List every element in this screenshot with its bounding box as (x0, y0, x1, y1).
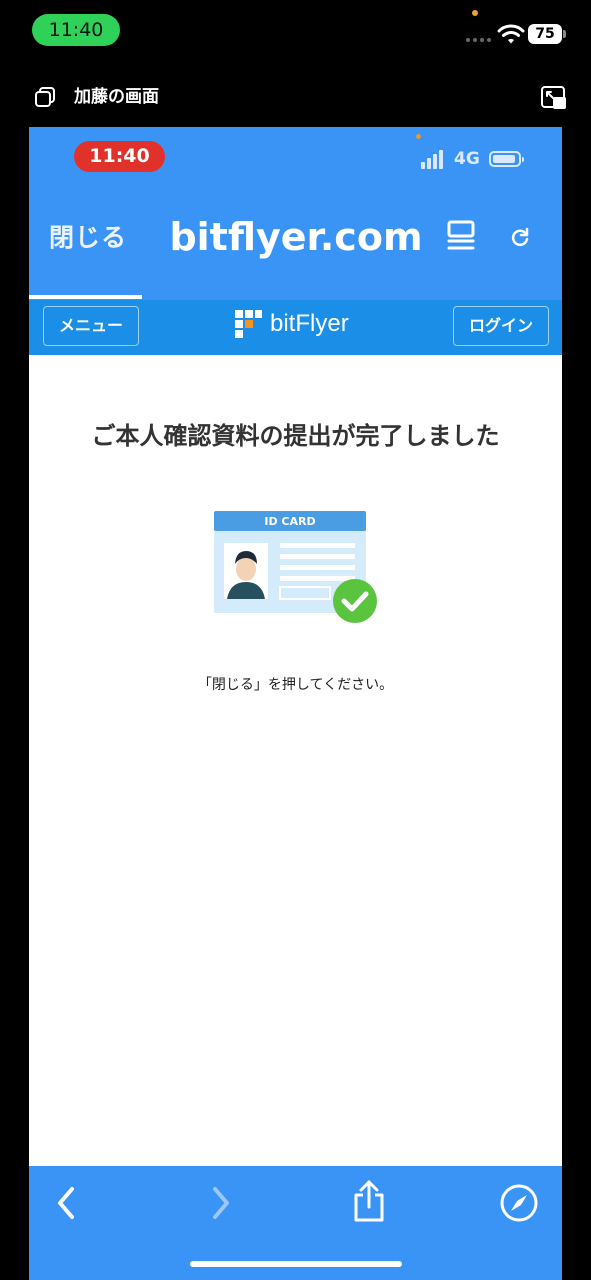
active-tab-indicator (29, 295, 142, 299)
menu-button[interactable]: メニュー (43, 306, 139, 346)
mirrored-phone-screen: 11:40 4G 閉じる bitflyer.com メニュー bitFlyer … (29, 127, 562, 1280)
wifi-icon (497, 24, 525, 44)
signal-dots-icon (466, 38, 491, 42)
network-type: 4G (454, 149, 480, 169)
privacy-indicator-dot (472, 10, 478, 16)
reload-icon[interactable] (509, 226, 531, 248)
bitflyer-logo-mark-icon (235, 310, 262, 338)
bitflyer-logo[interactable]: bitFlyer (235, 308, 349, 340)
browser-toolbar (29, 1166, 562, 1280)
cellular-signal-icon (421, 150, 443, 169)
completion-title: ご本人確認資料の提出が完了しました (91, 422, 500, 450)
login-button[interactable]: ログイン (453, 306, 549, 346)
screen-share-icon (35, 87, 55, 107)
share-icon[interactable] (352, 1179, 386, 1223)
reader-icon[interactable] (447, 220, 477, 254)
page-domain-title: bitflyer.com (169, 215, 423, 259)
close-button[interactable]: 閉じる (49, 221, 127, 255)
id-card-illustration: ID CARD (214, 511, 377, 623)
outer-status-time[interactable]: 11:40 (32, 14, 120, 46)
exit-fullscreen-icon[interactable] (541, 86, 567, 110)
screen-share-bar: 加藤の画面 (0, 78, 591, 116)
home-indicator[interactable] (190, 1261, 402, 1267)
compass-icon[interactable] (499, 1183, 539, 1223)
site-nav-bar: メニュー bitFlyer ログイン (29, 300, 562, 355)
inner-battery-icon (489, 151, 524, 167)
inner-status-time: 11:40 (74, 141, 165, 172)
id-card-label: ID CARD (264, 515, 315, 528)
chevron-left-icon[interactable] (55, 1186, 77, 1220)
inner-privacy-dot (416, 134, 421, 139)
browser-header: 11:40 4G 閉じる bitflyer.com (29, 127, 562, 300)
brand-name: bitFlyer (270, 310, 349, 337)
share-screen-label: 加藤の画面 (74, 87, 159, 107)
instruction-text: 「閉じる」を押してください。 (197, 677, 394, 693)
chevron-right-icon[interactable] (210, 1186, 232, 1220)
battery-level: 75 (528, 24, 566, 44)
